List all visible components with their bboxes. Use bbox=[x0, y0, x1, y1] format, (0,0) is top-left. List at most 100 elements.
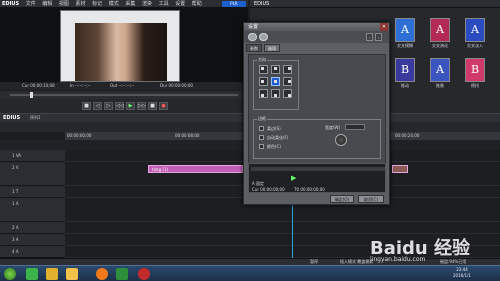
auto-soften-checkbox[interactable] bbox=[259, 135, 264, 140]
menu-file[interactable]: 文件 bbox=[26, 0, 36, 8]
track-label: 1 VA bbox=[12, 153, 22, 158]
taskbar-app-icon[interactable] bbox=[116, 268, 128, 280]
loop-button[interactable]: ■ bbox=[148, 102, 157, 110]
track-header[interactable]: 3 A bbox=[0, 234, 65, 246]
taskbar-app-icon[interactable] bbox=[138, 268, 150, 280]
dir-top-button[interactable] bbox=[271, 65, 280, 74]
video-clip-right[interactable] bbox=[392, 165, 408, 173]
dialog-title: 设置 bbox=[244, 23, 389, 31]
taskbar-app-icon[interactable] bbox=[66, 268, 78, 280]
menu-render[interactable]: 渲染 bbox=[142, 0, 152, 8]
plr-mode-badge[interactable]: PLR bbox=[222, 1, 246, 7]
effect-label-6: 擦拭 bbox=[471, 83, 479, 88]
menu-view[interactable]: 视图 bbox=[59, 0, 69, 8]
track-label: 2 V bbox=[12, 165, 19, 170]
start-button[interactable] bbox=[4, 268, 16, 280]
effect-tile-3[interactable]: A bbox=[465, 18, 485, 42]
effect-label-5: 推像 bbox=[436, 83, 444, 88]
step-forward-button[interactable]: ▷ bbox=[104, 102, 113, 110]
dir-left-button[interactable] bbox=[259, 77, 268, 86]
player-cur: Cur 00:00:10;08 bbox=[22, 83, 55, 88]
menu-mode[interactable]: 模式 bbox=[109, 0, 119, 8]
close-icon[interactable]: ✕ bbox=[380, 23, 388, 31]
dir-top-right-button[interactable] bbox=[283, 65, 292, 74]
rewind-button[interactable]: ◁◁ bbox=[115, 102, 124, 110]
border-group-label: 边框 bbox=[257, 116, 267, 122]
settings-dialog: 设置 ✕ ‹ › 参数 选项 方向 边框 柔边(S) 自动柔化(F) 颜色(C)… bbox=[243, 22, 390, 205]
track-header[interactable]: 1 A bbox=[0, 198, 65, 222]
record-button[interactable]: ● bbox=[159, 102, 168, 110]
ruler-label-0: 00:00:00;00 bbox=[67, 133, 92, 138]
track-header[interactable]: 1 T bbox=[0, 186, 65, 198]
fast-forward-button[interactable]: ▷▷ bbox=[137, 102, 146, 110]
color-checkbox[interactable] bbox=[259, 144, 264, 149]
dir-bottom-left-button[interactable] bbox=[259, 89, 268, 98]
dir-bottom-right-button[interactable] bbox=[283, 89, 292, 98]
menu-clip[interactable]: 素材 bbox=[76, 0, 86, 8]
effect-tile-5[interactable]: A bbox=[430, 58, 450, 82]
preset-icon[interactable] bbox=[248, 33, 257, 41]
dir-top-left-button[interactable] bbox=[259, 65, 268, 74]
effect-tile-6[interactable]: B bbox=[465, 58, 485, 82]
menu-bar: EDIUS 文件 编辑 视图 素材 标记 模式 采集 渲染 工具 设置 帮助 bbox=[0, 0, 248, 8]
effect-tile-2[interactable]: A bbox=[430, 18, 450, 42]
ruler-label-3: 00:00:24;00 bbox=[395, 133, 420, 138]
player-dur: Dur 00:00:00;00 bbox=[160, 83, 193, 88]
menu-marker[interactable]: 标记 bbox=[92, 0, 102, 8]
soft-edge-label: 柔边(S) bbox=[267, 126, 281, 131]
tab-parameters[interactable]: 参数 bbox=[246, 44, 262, 52]
track-header[interactable]: 4 A bbox=[0, 246, 65, 258]
prev-icon[interactable]: ‹ bbox=[366, 33, 373, 41]
menu-edit[interactable]: 编辑 bbox=[42, 0, 52, 8]
track-header[interactable]: 2 A bbox=[0, 222, 65, 234]
play-button[interactable]: ▶ bbox=[126, 102, 135, 110]
taskbar-clock[interactable]: 23:44 2016/1/1 bbox=[440, 267, 484, 279]
scrubber-handle[interactable] bbox=[30, 92, 33, 98]
baidu-watermark-url: jingyan.baidu.com bbox=[370, 256, 426, 263]
stop-button[interactable]: ■ bbox=[82, 102, 91, 110]
width-label: 宽度(W) bbox=[325, 125, 341, 130]
taskbar-app-icon[interactable] bbox=[26, 268, 38, 280]
menu-tools[interactable]: 工具 bbox=[159, 0, 169, 8]
width-field[interactable] bbox=[345, 124, 365, 130]
track-label: 3 A bbox=[12, 237, 19, 242]
menu-settings[interactable]: 设置 bbox=[175, 0, 185, 8]
dir-right-button[interactable] bbox=[283, 77, 292, 86]
next-icon[interactable]: › bbox=[375, 33, 382, 41]
ok-button[interactable]: 确定(O) bbox=[330, 195, 354, 203]
track-header[interactable]: 2 V bbox=[0, 162, 65, 186]
player-controls: ■ ◁ ▷ ◁◁ ▶ ▷▷ ■ ● bbox=[0, 99, 248, 113]
video-clip[interactable]: timg (1) bbox=[148, 165, 243, 173]
dialog-mini-timeline: ▶ A 固定 Cur 00:00:00;00 Ttl 00:00:00;00 bbox=[248, 163, 386, 193]
effect-label-4: 推动 bbox=[401, 83, 409, 88]
effect-tile-1[interactable]: A bbox=[395, 18, 415, 42]
reset-icon[interactable] bbox=[259, 33, 268, 41]
track-lane[interactable] bbox=[65, 222, 500, 234]
track-header[interactable]: 1 VA bbox=[0, 150, 65, 162]
mini-play-icon[interactable]: ▶ bbox=[291, 174, 296, 182]
player-scrubber[interactable] bbox=[0, 91, 248, 99]
cancel-button[interactable]: 取消(C) bbox=[358, 195, 384, 203]
taskbar-app-icon[interactable] bbox=[96, 268, 108, 280]
tab-options[interactable]: 选项 bbox=[264, 44, 280, 52]
direction-group-label: 方向 bbox=[257, 57, 267, 63]
taskbar: Baidu 经验 jingyan.baidu.com bbox=[0, 238, 500, 281]
player-in: In --:--:--;-- bbox=[70, 83, 91, 88]
effect-tile-4[interactable]: B bbox=[395, 58, 415, 82]
soft-edge-checkbox[interactable] bbox=[259, 126, 264, 131]
mini-timeline-slider[interactable] bbox=[251, 167, 385, 171]
scrubber-track bbox=[10, 94, 238, 96]
preview-image bbox=[75, 23, 167, 81]
player-out: Out --:--:--;-- bbox=[110, 83, 135, 88]
dir-bottom-button[interactable] bbox=[271, 89, 280, 98]
preview-monitor bbox=[60, 10, 180, 82]
track-label: 1 A bbox=[12, 201, 19, 206]
dir-center-button[interactable] bbox=[271, 77, 280, 86]
effect-label-3: 交叉淡入 bbox=[467, 43, 483, 48]
step-back-button[interactable]: ◁ bbox=[93, 102, 102, 110]
width-knob[interactable] bbox=[335, 134, 347, 146]
taskbar-app-icon[interactable] bbox=[46, 268, 58, 280]
sequence-tab[interactable]: 序列1 bbox=[30, 115, 41, 121]
menu-capture[interactable]: 采集 bbox=[125, 0, 135, 8]
menu-help[interactable]: 帮助 bbox=[192, 0, 202, 8]
